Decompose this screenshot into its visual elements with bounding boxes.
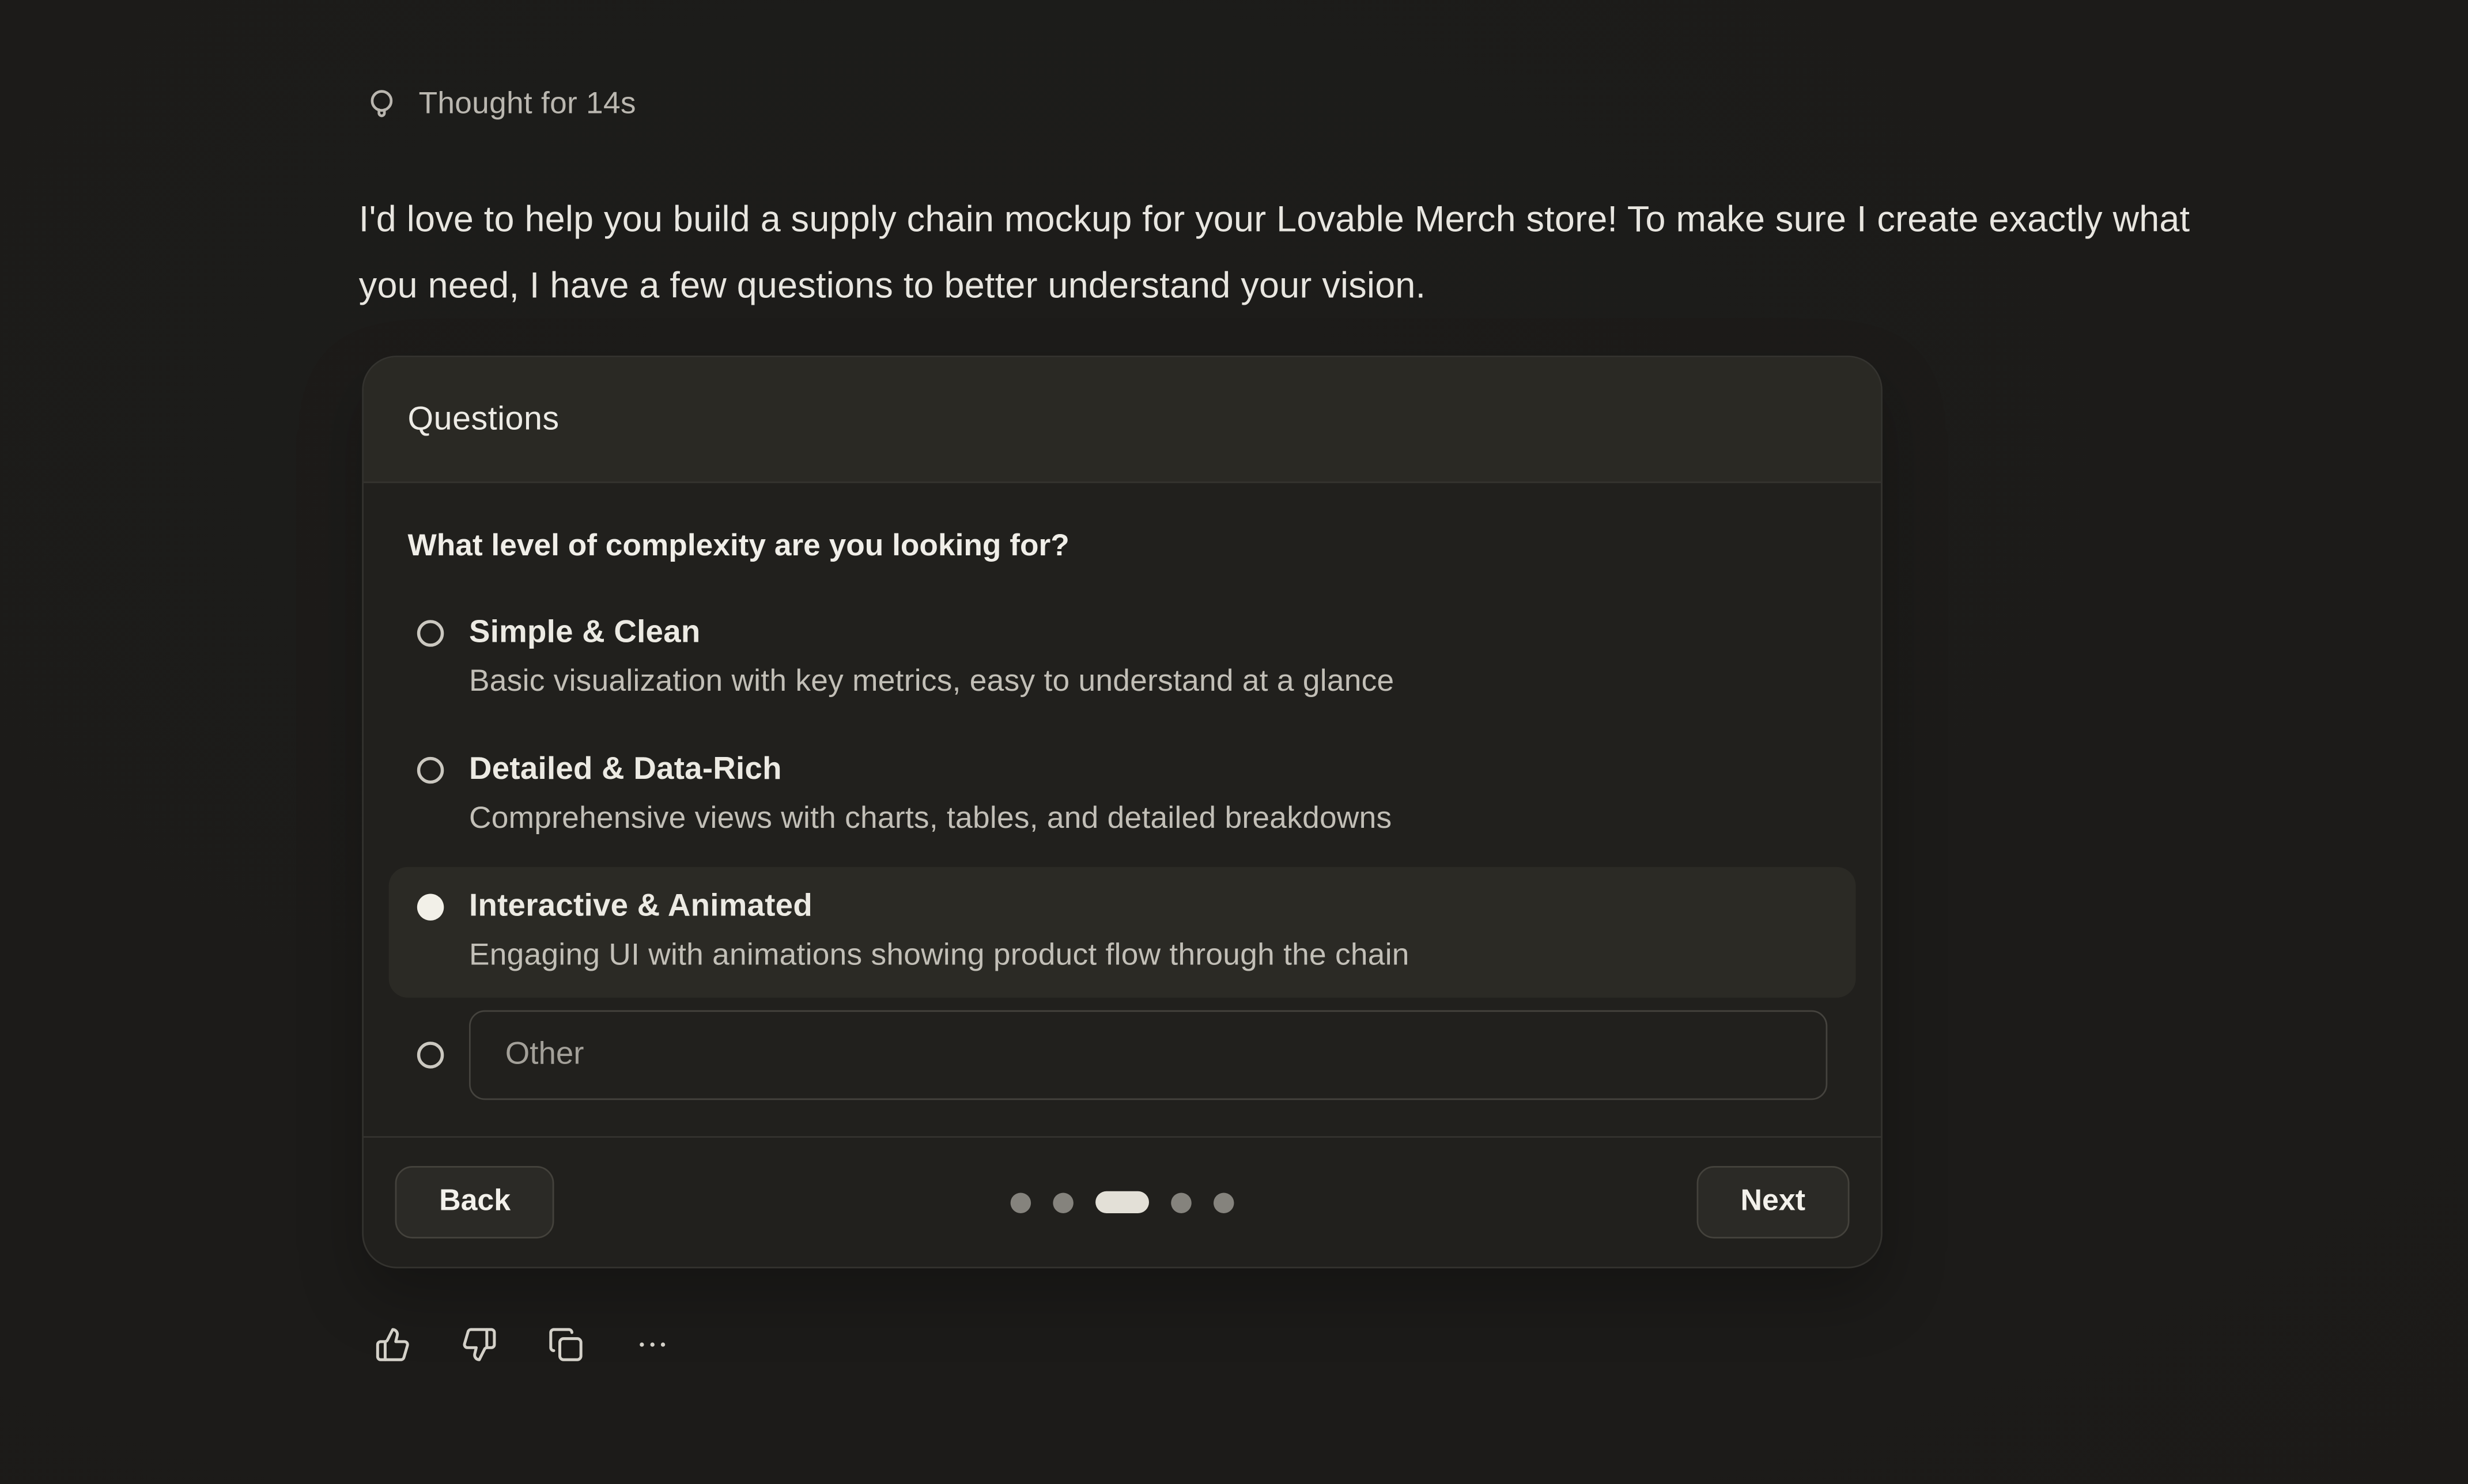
question-text: What level of complexity are you looking… (407, 524, 1836, 568)
pagination-dot[interactable] (1171, 1192, 1192, 1213)
copy-button[interactable] (548, 1327, 584, 1363)
option-label: Interactive & Animated (469, 883, 1827, 930)
option-simple-clean[interactable]: Simple & Clean Basic visualization with … (389, 593, 1856, 724)
radio-unselected-icon[interactable] (417, 757, 444, 783)
back-button[interactable]: Back (395, 1166, 555, 1239)
thumbs-up-button[interactable] (375, 1327, 411, 1363)
assistant-message-text: I'd love to help you build a supply chai… (359, 186, 2201, 317)
questions-card: Questions What level of complexity are y… (362, 355, 1883, 1268)
card-title: Questions (407, 400, 559, 438)
thought-toggle[interactable]: Thought for 14s (364, 86, 636, 123)
copy-icon (548, 1327, 584, 1363)
option-interactive-animated[interactable]: Interactive & Animated Engaging UI with … (389, 867, 1856, 998)
other-option-input[interactable] (469, 1010, 1827, 1100)
option-description: Engaging UI with animations showing prod… (469, 930, 1827, 982)
option-description: Basic visualization with key metrics, ea… (469, 656, 1827, 708)
questions-card-header: Questions (364, 357, 1881, 483)
pagination-dot[interactable] (1011, 1192, 1031, 1213)
thumbs-down-icon (461, 1327, 497, 1363)
pagination-dot-active[interactable] (1095, 1191, 1149, 1213)
more-options-button[interactable] (634, 1327, 671, 1363)
lightbulb-icon (364, 86, 400, 123)
thought-label: Thought for 14s (419, 86, 636, 123)
thumbs-down-button[interactable] (461, 1327, 497, 1363)
option-detailed-data-rich[interactable]: Detailed & Data-Rich Comprehensive views… (389, 730, 1856, 861)
chat-message-area: Thought for 14s I'd love to help you bui… (0, 0, 2468, 1484)
option-label: Simple & Clean (469, 609, 1827, 656)
radio-unselected-icon[interactable] (417, 620, 444, 646)
pagination-dot[interactable] (1214, 1192, 1234, 1213)
questions-card-footer: Back Next (364, 1136, 1881, 1267)
pagination (1011, 1191, 1234, 1213)
thumbs-up-icon (375, 1327, 411, 1363)
radio-unselected-icon[interactable] (417, 1042, 444, 1068)
option-label: Detailed & Data-Rich (469, 746, 1827, 793)
message-actions (375, 1327, 671, 1363)
next-button[interactable]: Next (1696, 1166, 1849, 1239)
radio-selected-icon[interactable] (417, 894, 444, 920)
pagination-dot[interactable] (1053, 1192, 1074, 1213)
more-horizontal-icon (634, 1327, 671, 1363)
option-other[interactable] (389, 1010, 1856, 1100)
option-description: Comprehensive views with charts, tables,… (469, 793, 1827, 845)
questions-card-body: What level of complexity are you looking… (364, 483, 1881, 1137)
